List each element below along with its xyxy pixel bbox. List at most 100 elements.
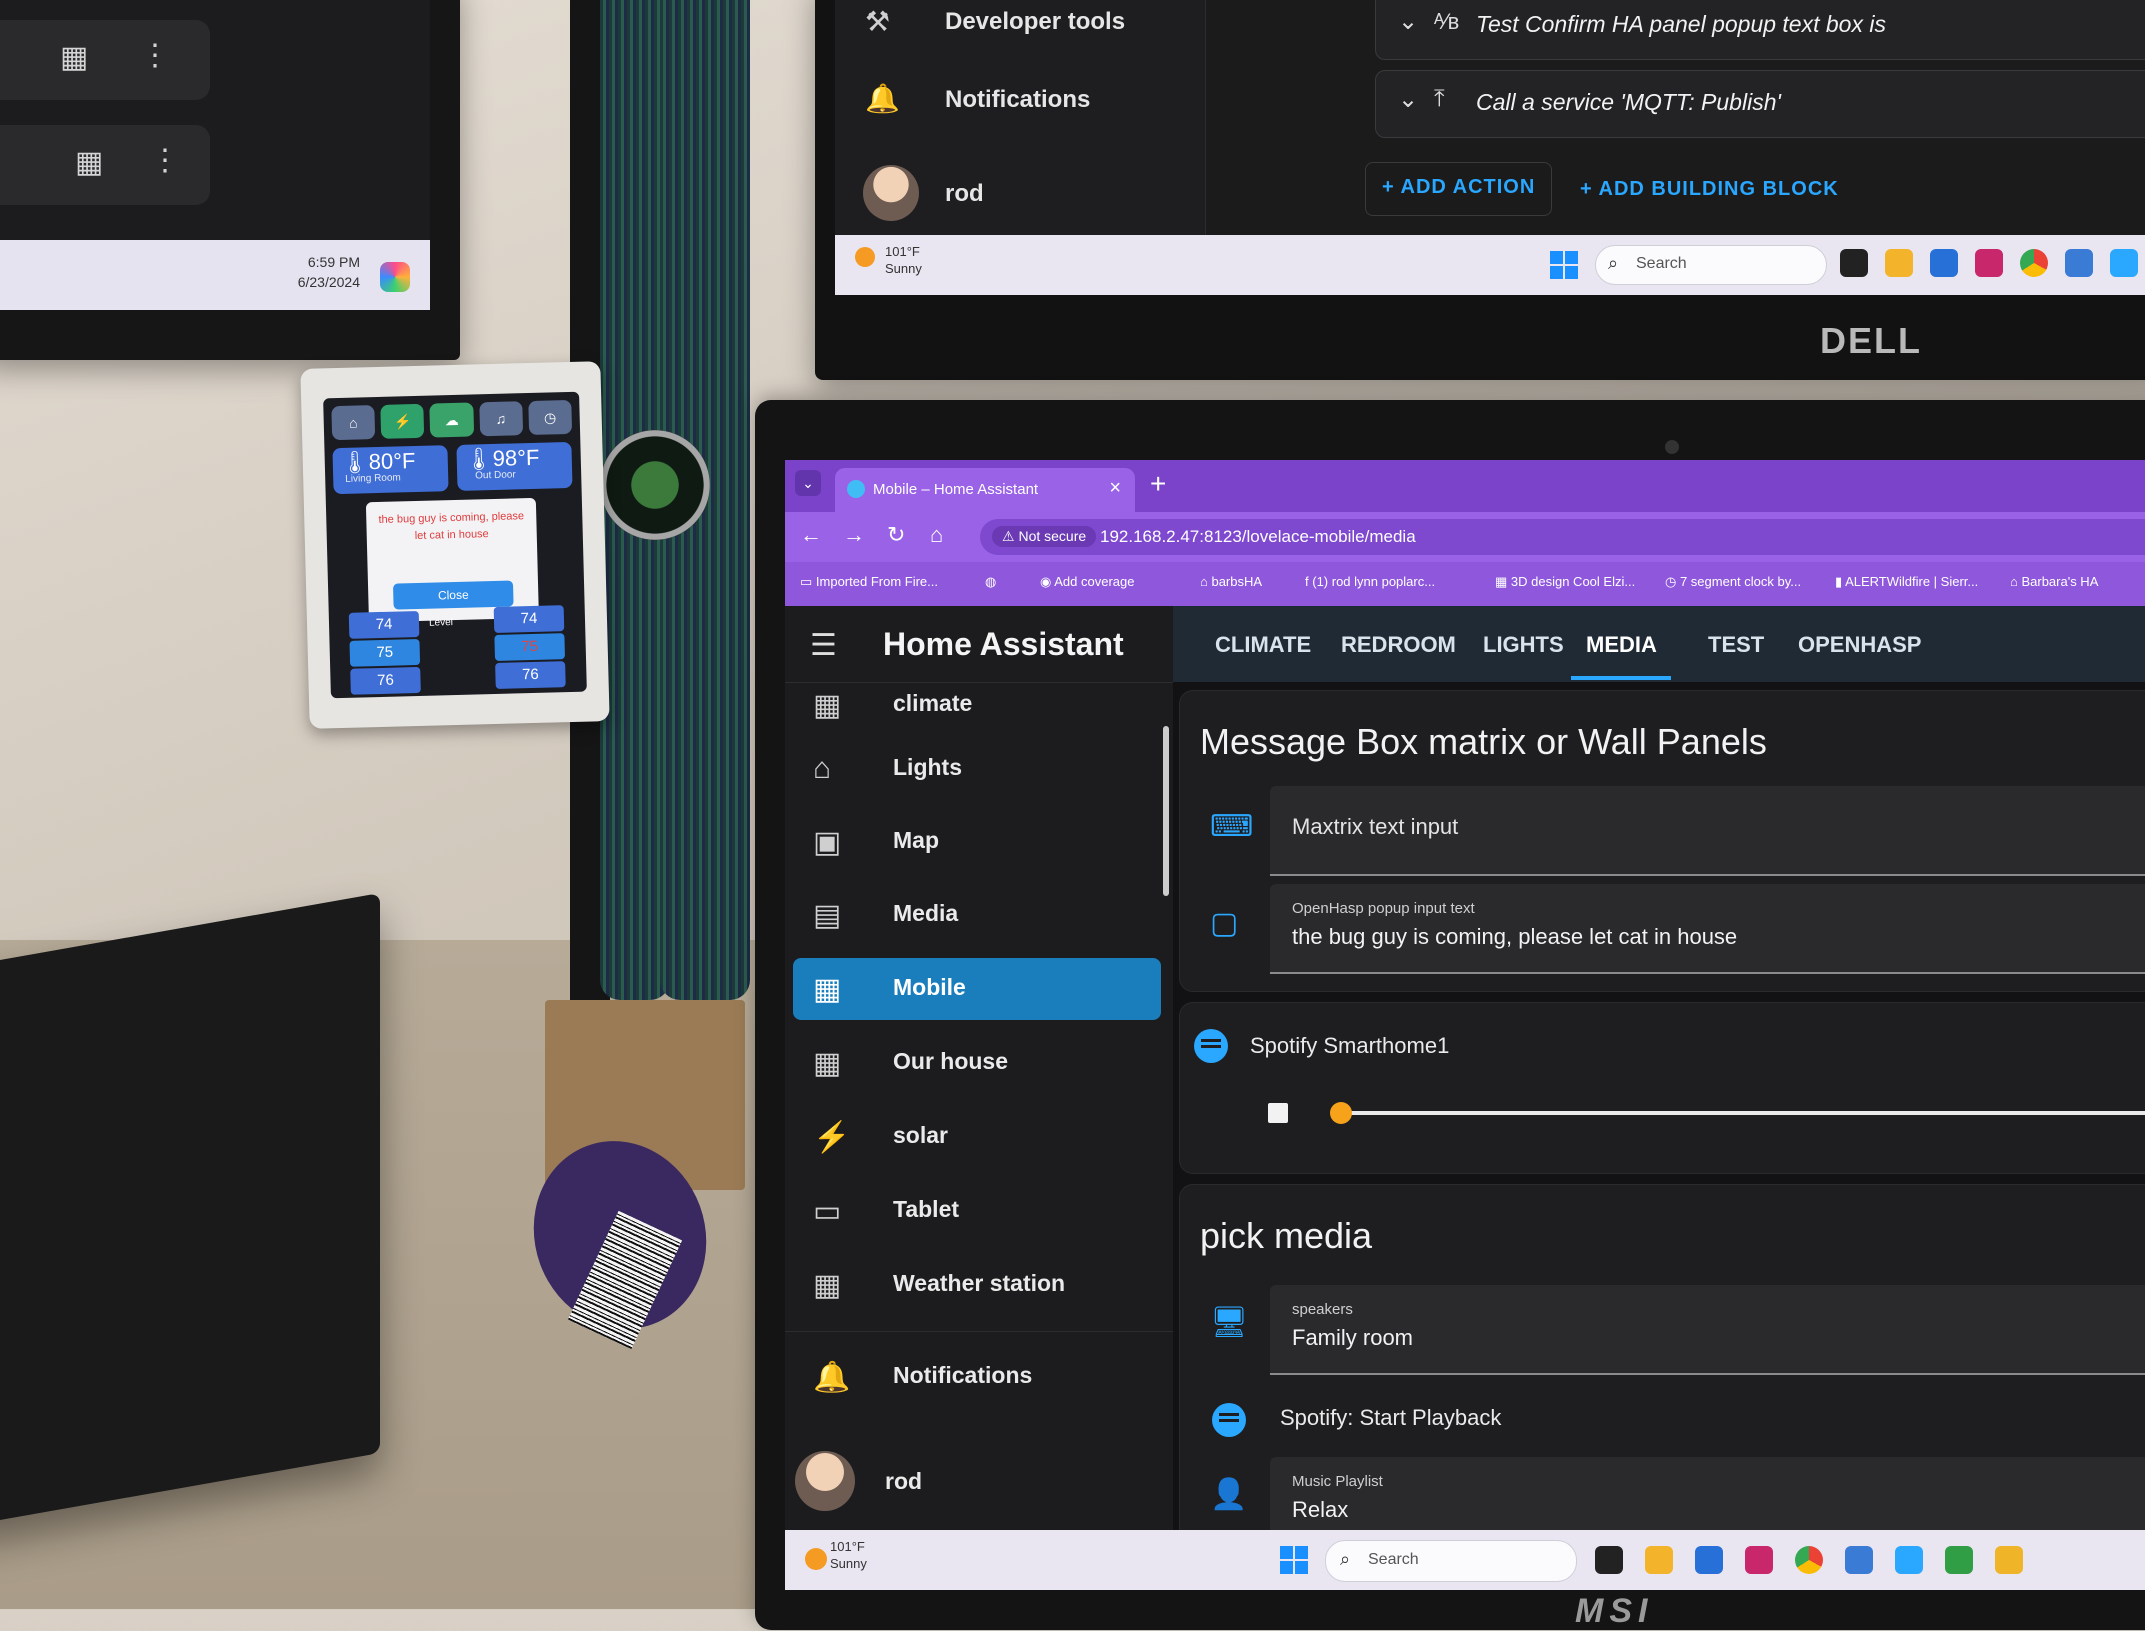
developer-tools-link[interactable]: Developer tools xyxy=(945,8,1125,36)
bolt-icon[interactable]: ⚡ xyxy=(380,403,425,439)
chevron-down-icon[interactable]: ⌄ xyxy=(1398,7,1418,36)
browser-tab[interactable]: Mobile – Home Assistant × xyxy=(835,468,1135,512)
sidebar-item-mobile[interactable]: ▦ Mobile xyxy=(793,958,1161,1020)
tab-lights[interactable]: LIGHTS xyxy=(1483,632,1564,658)
clock-icon[interactable]: ◷ xyxy=(528,399,573,436)
speakers-label: speakers xyxy=(1292,1301,1353,1318)
speakers-select[interactable]: speakers Family room xyxy=(1270,1285,2145,1375)
dashboard-icon: ▦ xyxy=(813,1269,842,1302)
top-left-monitor: ▦ ⋮ ▦ ⋮ 6:59 PM 6/23/2024 xyxy=(0,0,460,360)
file-explorer-icon[interactable] xyxy=(1645,1546,1673,1574)
store-icon[interactable] xyxy=(1930,249,1958,277)
bookmark-item[interactable]: ◷ 7 segment clock by... xyxy=(1665,574,1801,590)
weather-temp: 101°F xyxy=(885,244,920,259)
app-icon[interactable] xyxy=(1895,1546,1923,1574)
back-icon[interactable]: ← xyxy=(800,522,822,548)
windows-start-icon[interactable] xyxy=(1280,1546,1308,1574)
home-icon[interactable]: ⌂ xyxy=(331,405,376,441)
add-building-block-button[interactable]: + ADD BUILDING BLOCK xyxy=(1580,178,1839,201)
reload-icon[interactable]: ↻ xyxy=(887,522,905,548)
app-icon[interactable] xyxy=(1995,1546,2023,1574)
music-icon[interactable]: ♫ xyxy=(478,401,523,437)
sidebar-item-map[interactable]: ▣ Map xyxy=(793,811,1161,873)
ha-sidebar: ☰ Home Assistant ▦ climate ⌂ Lights ▣ Ma… xyxy=(785,606,1174,1530)
weather-widget[interactable]: 101°F Sunny xyxy=(885,243,922,277)
sidebar-item-tablet[interactable]: ▭ Tablet xyxy=(793,1180,1161,1242)
bookmark-item[interactable]: f (1) rod lynn poplarc... xyxy=(1305,574,1435,589)
add-action-button[interactable]: + ADD ACTION xyxy=(1382,176,1535,199)
copilot-icon[interactable] xyxy=(380,262,410,292)
bookmark-item[interactable]: ▭ Imported From Fire... xyxy=(800,574,938,590)
app-icon[interactable] xyxy=(1975,249,2003,277)
close-icon[interactable]: × xyxy=(1109,477,1121,500)
bookmark-item[interactable]: ▦ 3D design Cool Elzi... xyxy=(1495,574,1635,590)
new-tab-icon[interactable]: + xyxy=(1150,468,1166,500)
address-bar[interactable]: ⚠ Not secure 192.168.2.47:8123/lovelace-… xyxy=(980,519,2145,555)
tab-climate[interactable]: CLIMATE xyxy=(1215,632,1311,658)
tab-redroom[interactable]: REDROOM xyxy=(1341,632,1456,658)
chrome-icon[interactable] xyxy=(2020,249,2048,277)
start-playback-button[interactable]: Spotify: Start Playback xyxy=(1280,1405,1501,1431)
tab-test[interactable]: TEST xyxy=(1708,632,1764,658)
media-player-name[interactable]: Spotify Smarthome1 xyxy=(1250,1033,1449,1059)
bookmark-item[interactable]: ▮ ALERTWildfire | Sierr... xyxy=(1835,574,1978,590)
tab-media[interactable]: MEDIA xyxy=(1586,632,1657,658)
avatar[interactable] xyxy=(795,1451,855,1511)
user-name[interactable]: rod xyxy=(885,1468,922,1495)
task-view-icon[interactable] xyxy=(1595,1546,1623,1574)
sidebar-item-weather-station[interactable]: ▦ Weather station xyxy=(793,1254,1161,1316)
add-building-block-label: ADD BUILDING BLOCK xyxy=(1598,178,1839,200)
menu-open-icon[interactable]: ☰ xyxy=(810,628,837,663)
tab-search-icon[interactable]: ⌄ xyxy=(795,470,821,496)
weather-widget[interactable]: 101°F Sunny xyxy=(830,1538,867,1572)
avatar[interactable] xyxy=(863,165,919,221)
chevron-down-icon[interactable]: ⌄ xyxy=(1398,85,1418,114)
app-icon[interactable] xyxy=(1745,1546,1773,1574)
panel-close-button[interactable]: Close xyxy=(392,580,514,610)
user-name[interactable]: rod xyxy=(945,180,984,208)
task-view-icon[interactable] xyxy=(1840,249,1868,277)
app-icon[interactable] xyxy=(2110,249,2138,277)
webcam xyxy=(1665,440,1679,454)
more-vert-icon[interactable]: ⋮ xyxy=(150,143,180,178)
action-row[interactable]: ⌄ ⤒ Call a service 'MQTT: Publish' xyxy=(1375,70,2145,138)
xbox-icon[interactable] xyxy=(1945,1546,1973,1574)
taskbar-search[interactable]: ⌕ Search xyxy=(1595,245,1827,285)
store-icon[interactable] xyxy=(1695,1546,1723,1574)
sidebar-item-climate[interactable]: ▦ climate xyxy=(793,684,1161,732)
top-right-screen: ⚒ Developer tools 🔔 Notifications rod ⌄ … xyxy=(835,0,2145,295)
home-icon[interactable]: ⌂ xyxy=(930,522,943,548)
stop-icon[interactable] xyxy=(1268,1103,1288,1123)
volume-slider[interactable] xyxy=(1340,1111,2145,1115)
sidebar-item-notifications[interactable]: 🔔 Notifications xyxy=(793,1346,1161,1408)
cloud-icon[interactable]: ☁ xyxy=(429,402,474,438)
chrome-icon[interactable] xyxy=(1795,1546,1823,1574)
network-icon[interactable] xyxy=(2065,249,2093,277)
notifications-link[interactable]: Notifications xyxy=(945,86,1090,114)
taskbar-clock[interactable]: 6:59 PM 6/23/2024 xyxy=(298,252,360,292)
not-secure-badge[interactable]: ⚠ Not secure xyxy=(992,526,1097,547)
sidebar-item-solar[interactable]: ⚡ solar xyxy=(793,1106,1161,1168)
windows-start-icon[interactable] xyxy=(1550,251,1578,279)
volume-slider-handle[interactable] xyxy=(1330,1102,1352,1124)
sidebar-item-lights[interactable]: ⌂ Lights xyxy=(793,738,1161,800)
tl-list-row[interactable]: ▦ ⋮ xyxy=(0,20,210,100)
bookmark-item[interactable]: ⌂ barbsHA xyxy=(1200,574,1262,589)
tab-openhasp[interactable]: OPENHASP xyxy=(1798,632,1921,658)
globe-icon[interactable]: ◍ xyxy=(985,574,996,590)
sidebar-scrollbar[interactable] xyxy=(1163,726,1169,896)
taskbar-search[interactable]: ⌕ Search xyxy=(1325,1540,1577,1582)
sidebar-item-our-house[interactable]: ▦ Our house xyxy=(793,1032,1161,1094)
action-row[interactable]: ⌄ ᴬ⁄ʙ Test Confirm HA panel popup text b… xyxy=(1375,0,2145,60)
openhasp-text-input[interactable]: OpenHasp popup input text the bug guy is… xyxy=(1270,884,2145,974)
bookmark-item[interactable]: ◉ Add coverage xyxy=(1040,574,1134,590)
file-explorer-icon[interactable] xyxy=(1885,249,1913,277)
action-label: Test Confirm HA panel popup text box is xyxy=(1476,11,1886,37)
more-vert-icon[interactable]: ⋮ xyxy=(140,38,170,73)
matrix-text-input[interactable]: Maxtrix text input xyxy=(1270,786,2145,876)
bookmark-item[interactable]: ⌂ Barbara's HA xyxy=(2010,574,2098,589)
forward-icon[interactable]: → xyxy=(843,522,865,548)
network-icon[interactable] xyxy=(1845,1546,1873,1574)
tl-list-row[interactable]: ▦ ⋮ xyxy=(0,125,210,205)
sidebar-item-media[interactable]: ▤ Media xyxy=(793,884,1161,946)
